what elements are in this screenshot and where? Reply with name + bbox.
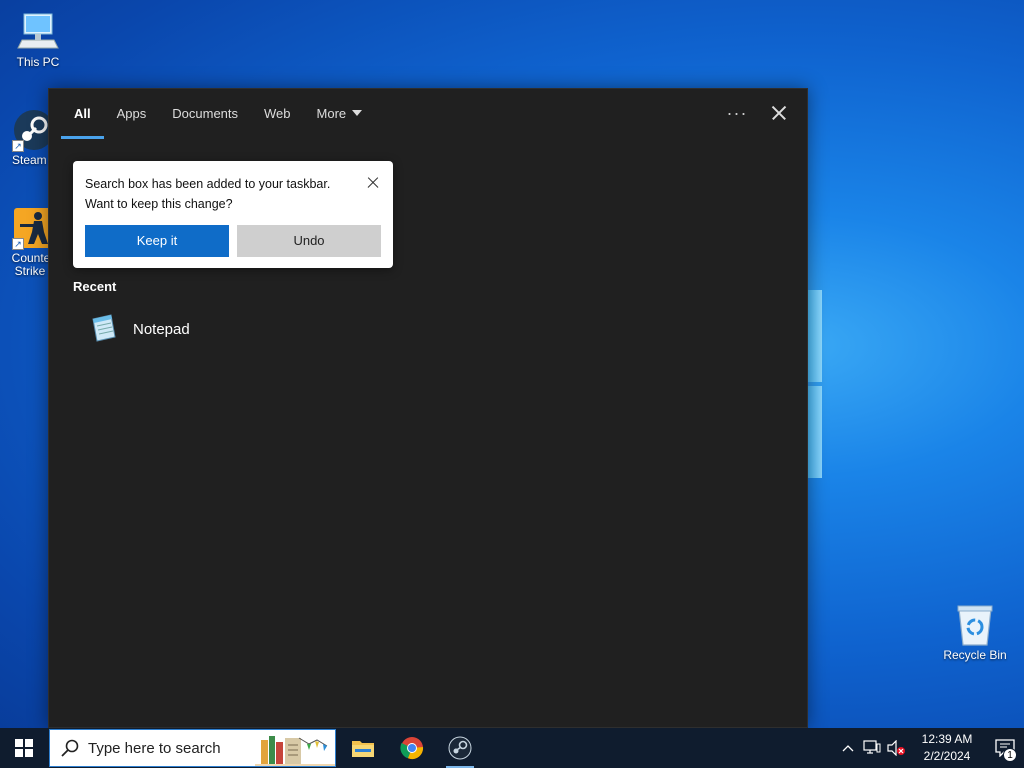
result-label: Notepad <box>133 320 190 338</box>
search-input[interactable] <box>88 739 258 757</box>
desktop-icon-recycle-bin[interactable]: Recycle Bin <box>937 603 1013 662</box>
search-panel: All Apps Documents Web More ··· Search b… <box>48 88 808 728</box>
taskbar: 12:39 AM 2/2/2024 1 <box>0 728 1024 768</box>
ellipsis-icon[interactable]: ··· <box>725 101 749 125</box>
undo-button[interactable]: Undo <box>237 225 381 257</box>
tip-line: Want to keep this change? <box>85 197 233 211</box>
chrome-icon <box>400 737 424 760</box>
panel-actions: ··· <box>725 101 791 125</box>
taskbar-steam[interactable] <box>436 728 484 768</box>
action-center-button[interactable]: 1 <box>986 728 1024 768</box>
file-explorer-icon <box>352 741 374 757</box>
clock-date: 2/2/2024 <box>923 749 971 763</box>
tab-label: Web <box>264 106 291 121</box>
taskbar-file-explorer[interactable] <box>339 728 387 768</box>
taskbar-clock[interactable]: 12:39 AM 2/2/2024 <box>912 731 982 765</box>
tab-apps[interactable]: Apps <box>104 89 160 139</box>
chevron-down-icon <box>352 110 363 116</box>
tab-more[interactable]: More <box>304 89 376 139</box>
steam-icon <box>448 736 472 760</box>
computer-icon <box>16 10 60 54</box>
tab-web[interactable]: Web <box>251 89 304 139</box>
search-highlight-illustration <box>255 732 335 766</box>
taskbar-search-box[interactable] <box>49 729 336 767</box>
recent-heading: Recent <box>73 279 117 294</box>
tab-label: Apps <box>116 106 147 121</box>
close-icon[interactable] <box>365 175 381 191</box>
clock-time: 12:39 AM <box>921 732 973 746</box>
close-icon[interactable] <box>767 101 791 125</box>
chevron-up-icon[interactable] <box>836 728 860 768</box>
desktop-icon-label: This PC <box>16 55 60 69</box>
windows-logo-icon <box>15 739 33 757</box>
search-tabs: All Apps Documents Web More <box>61 89 375 139</box>
tab-label: More <box>316 106 347 121</box>
keep-it-button[interactable]: Keep it <box>85 225 229 257</box>
system-tray: 12:39 AM 2/2/2024 1 <box>836 728 1024 768</box>
network-icon[interactable] <box>860 728 884 768</box>
volume-muted-icon[interactable] <box>884 728 908 768</box>
shortcut-arrow-icon: ↗ <box>12 238 24 250</box>
tab-label: All <box>74 106 91 121</box>
taskbar-search-tip: Search box has been added to your taskba… <box>73 161 393 268</box>
desktop-icon-label: Recycle Bin <box>943 648 1007 662</box>
recent-item-notepad[interactable]: Notepad <box>87 313 190 345</box>
start-button[interactable] <box>0 728 48 768</box>
tip-line: Search box has been added to your taskba… <box>85 177 331 191</box>
tab-documents[interactable]: Documents <box>159 89 251 139</box>
recycle-bin-icon <box>953 603 997 647</box>
shortcut-arrow-icon: ↗ <box>12 140 24 152</box>
notepad-icon <box>87 311 119 348</box>
desktop-icon-this-pc[interactable]: This PC <box>0 10 76 69</box>
search-icon <box>61 739 79 757</box>
tab-label: Documents <box>172 106 239 121</box>
desktop-wallpaper-glow <box>808 386 822 478</box>
tab-all[interactable]: All <box>61 89 104 139</box>
taskbar-chrome[interactable] <box>388 728 436 768</box>
tip-message: Search box has been added to your taskba… <box>85 174 355 214</box>
notification-count-badge: 1 <box>1003 748 1017 762</box>
desktop-wallpaper-glow <box>808 290 822 382</box>
